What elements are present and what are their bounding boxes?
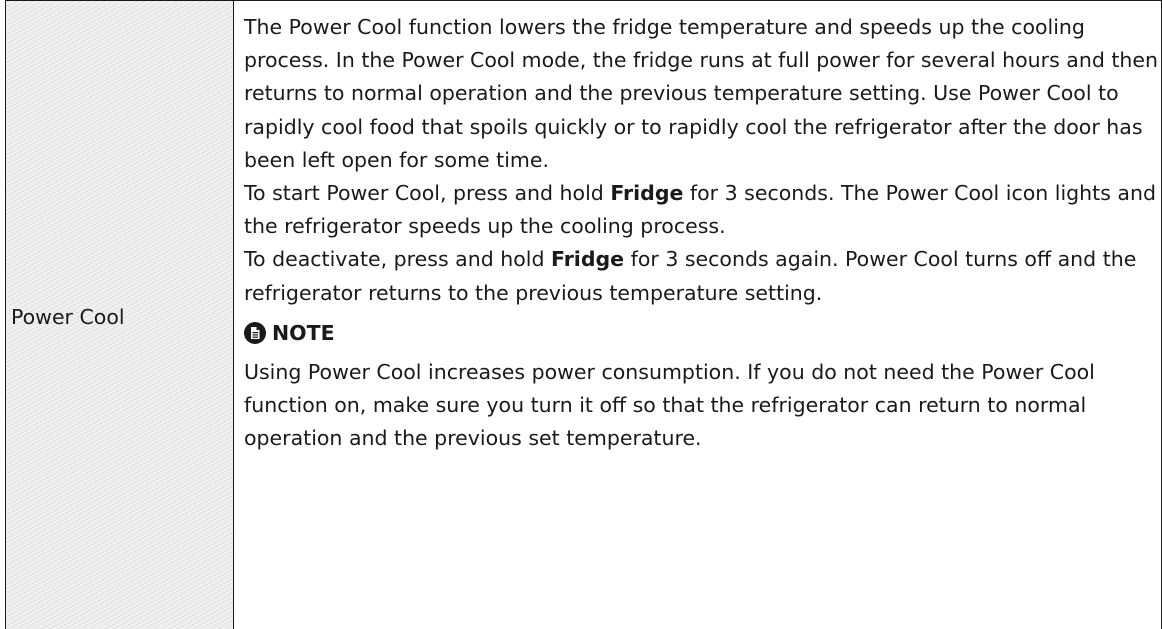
feature-description-cell: The Power Cool function lowers the fridg… (233, 0, 1162, 629)
deactivate-instruction-text: To deactivate, press and hold (244, 247, 551, 272)
start-instruction-paragraph: To start Power Cool, press and hold Frid… (244, 177, 1161, 243)
start-instruction-text: To start Power Cool, press and hold (244, 181, 611, 206)
description-paragraph: The Power Cool function lowers the fridg… (244, 15, 1158, 172)
feature-label-cell: Power Cool (5, 0, 234, 629)
fridge-button-label: Fridge (610, 181, 684, 206)
table-row: Power Cool The Power Cool function lower… (5, 0, 1162, 629)
fridge-button-label: Fridge (551, 247, 625, 272)
deactivate-instruction-paragraph: To deactivate, press and hold Fridge for… (244, 243, 1161, 309)
feature-table: Power Cool The Power Cool function lower… (5, 0, 1162, 629)
note-document-icon (244, 321, 266, 344)
feature-label: Power Cool (11, 305, 125, 329)
note-label: NOTE (272, 320, 335, 345)
note-heading: NOTE (244, 310, 1161, 356)
note-body: Using Power Cool increases power consump… (244, 359, 1095, 451)
